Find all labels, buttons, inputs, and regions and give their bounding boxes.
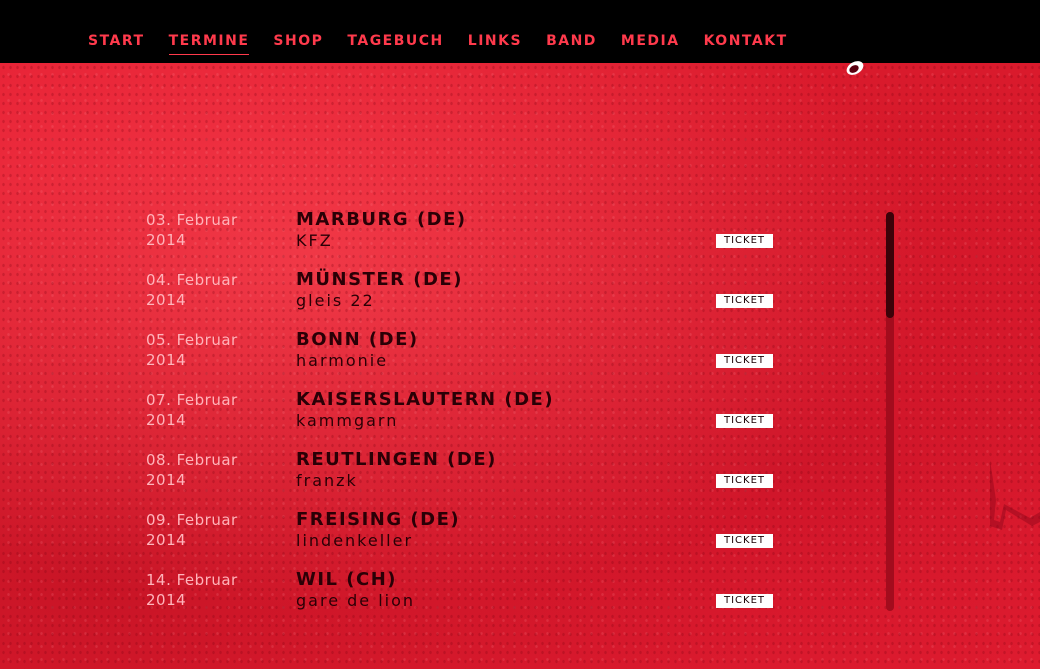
event-city: MÜNSTER (DE) [296, 269, 463, 290]
nav-item-kontakt[interactable]: KONTAKT [704, 33, 788, 55]
nav-item-band[interactable]: BAND [546, 33, 597, 55]
event-city: MARBURG (DE) [296, 209, 467, 230]
event-city: FREISING (DE) [296, 509, 461, 530]
ticket-button[interactable]: TICKET [716, 414, 773, 428]
nav-item-start[interactable]: START [88, 33, 145, 55]
event-date: 03. Februar 2014 [146, 210, 286, 250]
event-day: 14. Februar [146, 571, 238, 589]
event-day: 07. Februar [146, 391, 238, 409]
event-row: 04. Februar 2014 MÜNSTER (DE) gleis 22 T… [146, 270, 786, 330]
event-year: 2014 [146, 351, 187, 369]
event-year: 2014 [146, 411, 187, 429]
event-venue: franzk [296, 471, 358, 490]
nav-item-termine[interactable]: TERMINE [168, 33, 250, 55]
nav-item-links[interactable]: LINKS [468, 33, 522, 55]
top-navigation-bar: START TERMINE SHOP TAGEBUCH LINKS BAND M… [0, 0, 1040, 63]
ticket-button[interactable]: TICKET [716, 294, 773, 308]
event-row: 07. Februar 2014 KAISERSLAUTERN (DE) kam… [146, 390, 786, 450]
nav-item-shop[interactable]: SHOP [273, 33, 323, 55]
figure-icon [846, 61, 864, 75]
event-date: 09. Februar 2014 [146, 510, 286, 550]
event-row: 03. Februar 2014 MARBURG (DE) KFZ TICKET [146, 210, 786, 270]
event-row: 08. Februar 2014 REUTLINGEN (DE) franzk … [146, 450, 786, 510]
event-row: 09. Februar 2014 FREISING (DE) lindenkel… [146, 510, 786, 570]
ticket-button[interactable]: TICKET [716, 534, 773, 548]
nav-item-media[interactable]: MEDIA [621, 33, 680, 55]
event-year: 2014 [146, 291, 187, 309]
event-date: 07. Februar 2014 [146, 390, 286, 430]
event-venue: gleis 22 [296, 291, 375, 310]
nav-item-tagebuch[interactable]: TAGEBUCH [347, 33, 443, 55]
event-row: 14. Februar 2014 WIL (CH) gare de lion T… [146, 570, 786, 630]
event-city: BONN (DE) [296, 329, 419, 350]
event-row: 05. Februar 2014 BONN (DE) harmonie TICK… [146, 330, 786, 390]
ticket-button[interactable]: TICKET [716, 594, 773, 608]
figure-silhouette-icon [990, 460, 1040, 530]
event-date: 05. Februar 2014 [146, 330, 286, 370]
event-city: KAISERSLAUTERN (DE) [296, 389, 555, 410]
event-venue: KFZ [296, 231, 333, 250]
scrollbar-track[interactable] [886, 212, 894, 611]
event-venue: harmonie [296, 351, 389, 370]
event-year: 2014 [146, 471, 187, 489]
event-day: 08. Februar [146, 451, 238, 469]
ticket-button[interactable]: TICKET [716, 354, 773, 368]
event-day: 05. Februar [146, 331, 238, 349]
event-city: REUTLINGEN (DE) [296, 449, 497, 470]
ticket-button[interactable]: TICKET [716, 234, 773, 248]
event-year: 2014 [146, 231, 187, 249]
event-date: 08. Februar 2014 [146, 450, 286, 490]
event-date: 14. Februar 2014 [146, 570, 286, 610]
event-city: WIL (CH) [296, 569, 398, 590]
event-year: 2014 [146, 591, 187, 609]
event-year: 2014 [146, 531, 187, 549]
page: START TERMINE SHOP TAGEBUCH LINKS BAND M… [0, 0, 1040, 669]
event-venue: gare de lion [296, 591, 416, 610]
event-venue: lindenkeller [296, 531, 414, 550]
event-day: 03. Februar [146, 211, 238, 229]
scrollbar-thumb[interactable] [886, 212, 894, 318]
tour-dates-list: 03. Februar 2014 MARBURG (DE) KFZ TICKET… [146, 210, 786, 630]
event-day: 04. Februar [146, 271, 238, 289]
event-venue: kammgarn [296, 411, 399, 430]
event-day: 09. Februar [146, 511, 238, 529]
main-nav: START TERMINE SHOP TAGEBUCH LINKS BAND M… [88, 33, 812, 55]
ticket-button[interactable]: TICKET [716, 474, 773, 488]
event-date: 04. Februar 2014 [146, 270, 286, 310]
